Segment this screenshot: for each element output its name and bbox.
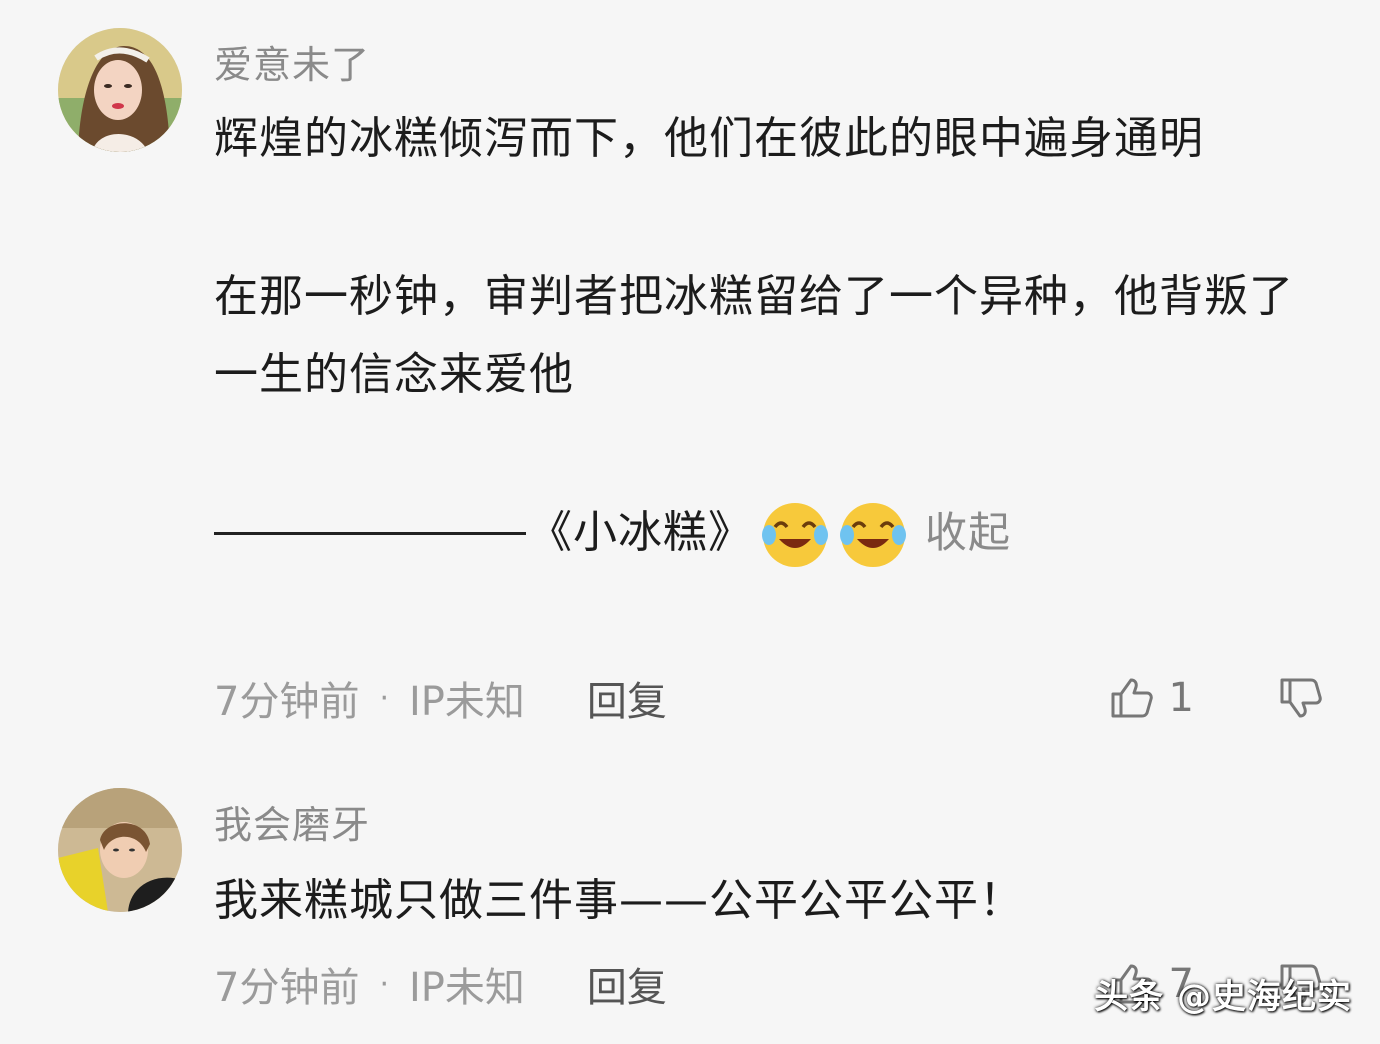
signature-text: 《小冰糕》 (528, 507, 753, 558)
signature-line: 《小冰糕》 收起 (214, 494, 1324, 572)
like-count: 1 (1168, 675, 1194, 721)
comment-paragraph: 在那一秒钟，审判者把冰糕留给了一个异种，他背叛了一生的信念来爱他 (214, 271, 1294, 400)
comment-time: 7分钟前 (214, 965, 360, 1011)
comment-username[interactable]: 我会磨牙 (214, 794, 370, 849)
comment-paragraph: 辉煌的冰糕倾泻而下，他们在彼此的眼中遍身通明 (214, 113, 1204, 164)
crying-laugh-emoji-icon (762, 503, 828, 567)
comment-time: 7分钟前 (214, 679, 360, 725)
meta-separator: · (379, 680, 389, 716)
thumbs-down-icon[interactable] (1276, 674, 1324, 722)
reply-button[interactable]: 回复 (587, 955, 667, 1013)
comment-ip: IP未知 (409, 679, 525, 725)
dash-rule (214, 531, 526, 535)
comment-text: 我来糕城只做三件事——公平公平公平！ (214, 875, 1024, 926)
avatar[interactable] (58, 788, 182, 912)
thumbs-up-icon (1111, 678, 1153, 718)
collapse-button[interactable]: 收起 (925, 494, 1011, 572)
watermark: 头条 @史海纪实 (1094, 977, 1352, 1017)
comment-text: 辉煌的冰糕倾泻而下，他们在彼此的眼中遍身通明 在那一秒钟，审判者把冰糕留给了一个… (214, 100, 1324, 572)
reply-button[interactable]: 回复 (587, 669, 667, 727)
avatar-image-icon (58, 788, 182, 912)
avatar-image-icon (58, 28, 182, 152)
like-button[interactable]: 1 (1107, 674, 1194, 722)
avatar[interactable] (58, 28, 182, 152)
comment-meta: 7分钟前 · IP未知 回复 1 (214, 668, 1324, 728)
comment-actions: 1 (1107, 668, 1324, 728)
comment-ip: IP未知 (409, 965, 525, 1011)
comment-username[interactable]: 爱意未了 (214, 34, 370, 89)
crying-laugh-emoji-icon (840, 503, 906, 567)
meta-separator: · (379, 966, 389, 1002)
comment-list: 爱意未了 辉煌的冰糕倾泻而下，他们在彼此的眼中遍身通明 在那一秒钟，审判者把冰糕… (0, 0, 1380, 1044)
